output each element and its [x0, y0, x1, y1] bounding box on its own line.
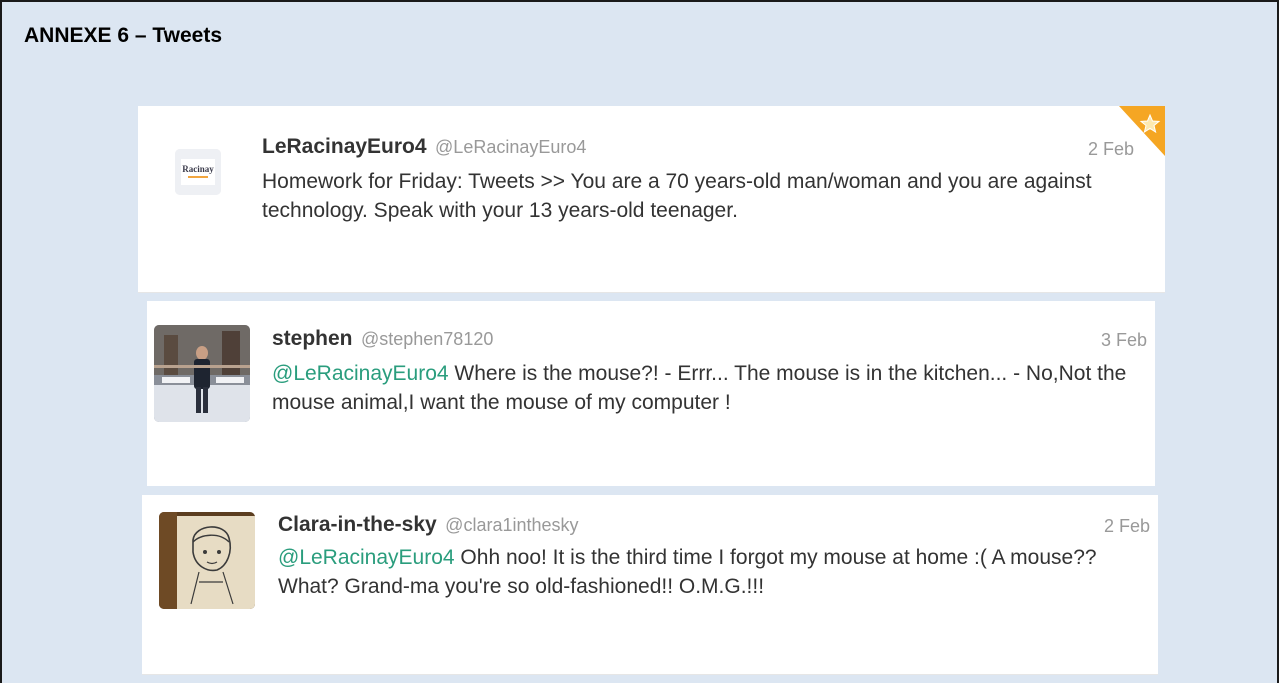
- tweet-mention-link[interactable]: @LeRacinayEuro4: [272, 362, 449, 385]
- tweet-item[interactable]: stephen @stephen78120 3 Feb @LeRacinayEu…: [147, 301, 1155, 486]
- annexe-title: ANNEXE 6 – Tweets: [24, 24, 223, 47]
- annexe-frame: ANNEXE 6 – Tweets Racinay LeRacinayEuro4…: [0, 0, 1279, 683]
- sketch-drawing-icon: [159, 512, 255, 609]
- tweet-author-name[interactable]: stephen: [272, 327, 353, 350]
- tweet-author-name[interactable]: LeRacinayEuro4: [262, 135, 427, 158]
- sketch-drawing-avatar[interactable]: [159, 512, 255, 609]
- tweet-header: LeRacinayEuro4 @LeRacinayEuro4: [262, 135, 586, 159]
- tweet-header: Clara-in-the-sky @clara1inthesky: [278, 513, 579, 537]
- racinay-logo-avatar[interactable]: Racinay: [175, 149, 221, 195]
- tweet-author-handle[interactable]: @clara1inthesky: [445, 515, 578, 535]
- tweet-author-name[interactable]: Clara-in-the-sky: [278, 513, 437, 536]
- tweet-item[interactable]: Racinay LeRacinayEuro4 @LeRacinayEuro4 2…: [138, 106, 1165, 293]
- tweet-mention-link[interactable]: @LeRacinayEuro4: [278, 546, 455, 569]
- snow-photo-icon: [154, 325, 250, 422]
- tweet-author-handle[interactable]: @LeRacinayEuro4: [435, 137, 586, 157]
- tweet-date[interactable]: 3 Feb: [1101, 330, 1147, 351]
- tweet-text: Homework for Friday: Tweets >> You are a…: [262, 167, 1142, 225]
- tweet-text: @LeRacinayEuro4 Where is the mouse?! - E…: [272, 359, 1152, 417]
- tweet-date[interactable]: 2 Feb: [1104, 516, 1150, 537]
- racinay-logo-text: Racinay: [182, 164, 214, 174]
- tweet-author-handle[interactable]: @stephen78120: [361, 329, 493, 349]
- snow-photo-avatar[interactable]: [154, 325, 250, 422]
- tweet-item[interactable]: Clara-in-the-sky @clara1inthesky 2 Feb @…: [142, 495, 1158, 675]
- favorite-star-icon[interactable]: [1119, 106, 1165, 156]
- tweet-header: stephen @stephen78120: [272, 327, 493, 351]
- racinay-logo-icon: Racinay: [175, 149, 221, 195]
- tweet-text: @LeRacinayEuro4 Ohh noo! It is the third…: [278, 543, 1153, 601]
- tweet-body: Homework for Friday: Tweets >> You are a…: [262, 170, 1092, 222]
